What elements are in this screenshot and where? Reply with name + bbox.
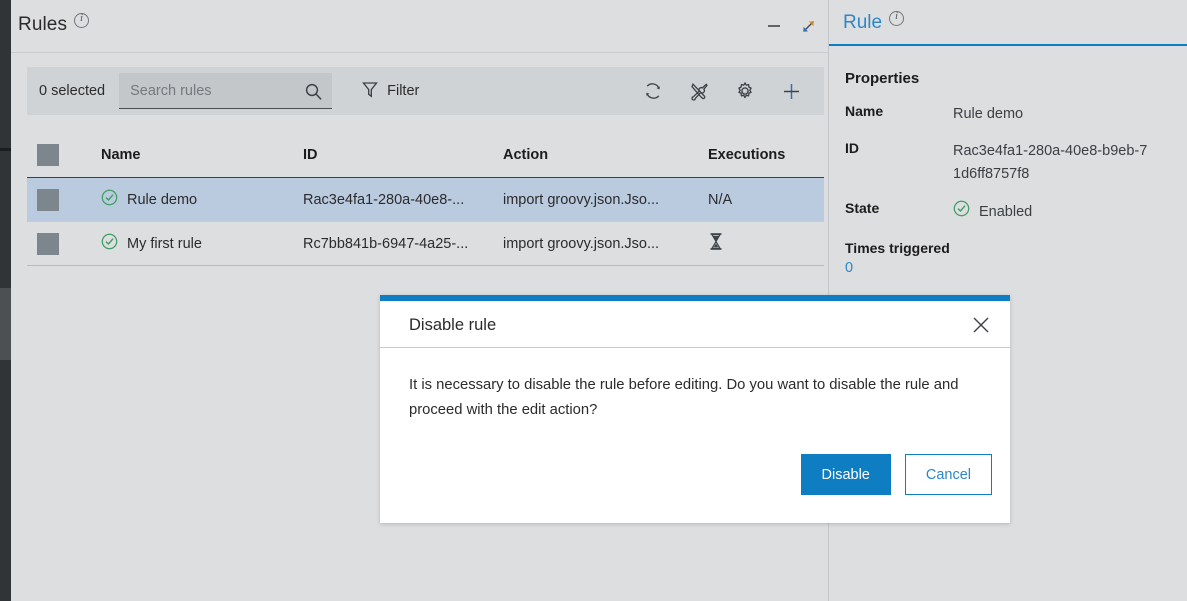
toolbar-actions [642,80,802,102]
disable-button[interactable]: Disable [800,454,891,495]
property-label-name: Name [845,103,884,119]
page-title: Rules [18,12,90,36]
property-times-triggered: Times triggered 0 [845,240,1171,276]
info-icon[interactable] [889,10,905,26]
property-id: ID Rac3e4fa1-280a-40e8-b9eb-71d6ff8757f8 [845,140,1171,185]
property-name: Name Rule demo [845,103,1171,125]
app-root: Rules 0 selected [0,0,1187,601]
search-box [119,73,333,109]
property-label-times-triggered: Times triggered [845,239,950,256]
select-all-cell [27,144,101,166]
dialog-header: Disable rule [380,301,1010,348]
rule-panel-header: Rule [829,0,1187,46]
cancel-button[interactable]: Cancel [904,454,992,495]
cell-action: import groovy.json.Jso... [503,235,660,252]
cell-action: import groovy.json.Jso... [503,191,660,208]
close-icon[interactable] [968,312,994,338]
cell-executions: N/A [708,191,733,208]
rail-notch [0,148,11,151]
gear-icon[interactable] [734,80,756,102]
cell-id: Rc7bb841b-6947-4a25-... [303,235,469,252]
dialog-title: Disable rule [409,316,497,334]
rule-title-text: Rule [843,12,883,33]
selected-count-label: 0 selected [39,83,106,99]
row-name-text: Rule demo [127,191,198,208]
filter-button[interactable]: Filter [362,81,419,102]
property-value-id: Rac3e4fa1-280a-40e8-b9eb-71d6ff8757f8 [953,143,1148,182]
expand-icon[interactable] [796,14,820,38]
tools-icon[interactable] [688,80,710,102]
left-rail [0,0,11,601]
rules-table: Name ID Action Executions Rule demo Rac3… [27,133,824,266]
row-checkbox[interactable] [37,188,59,211]
cell-name: Rule demo [101,189,303,210]
window-controls [762,14,820,38]
refresh-icon[interactable] [642,80,664,102]
dialog-body: It is necessary to disable the rule befo… [380,348,1010,422]
check-circle-icon [953,200,970,224]
disable-rule-dialog: Disable rule It is necessary to disable … [380,295,1010,523]
select-all-checkbox[interactable] [37,144,59,166]
table-row[interactable]: Rule demo Rac3e4fa1-280a-40e8-... import… [27,178,824,222]
property-value-times-triggered: 0 [845,259,854,276]
dialog-message: It is necessary to disable the rule befo… [409,377,959,418]
properties-heading: Properties [845,70,920,87]
state-text: Enabled [979,204,1033,221]
rules-title-text: Rules [18,14,68,35]
cell-name: My first rule [101,233,303,254]
search-input[interactable] [130,82,303,99]
cell-id: Rac3e4fa1-280a-40e8-... [303,191,465,208]
property-label-id: ID [845,140,859,157]
rules-panel-header: Rules [11,0,828,53]
row-select-cell [27,188,101,211]
column-header-executions[interactable]: Executions [708,147,824,163]
rules-toolbar: 0 selected Filter [27,67,824,115]
table-header-row: Name ID Action Executions [27,133,824,178]
property-value-state: Enabled [953,200,1032,224]
row-checkbox[interactable] [37,232,59,255]
property-state: State Enabled [845,200,1171,224]
row-select-cell [27,232,101,255]
rule-properties: Properties Name Rule demo ID Rac3e4fa1-2… [829,46,1187,276]
filter-label: Filter [387,83,420,99]
dialog-actions: Disable Cancel [800,454,992,495]
rail-scrollbar-thumb[interactable] [0,288,11,360]
column-header-action[interactable]: Action [503,147,708,163]
check-circle-icon [101,233,118,254]
filter-icon [362,81,379,102]
table-bottom-divider [27,265,824,266]
property-label-state: State [845,200,880,217]
property-value-name: Rule demo [953,106,1024,122]
column-header-id[interactable]: ID [303,147,503,163]
minimize-icon[interactable] [762,14,786,38]
cell-executions [708,232,824,255]
row-name-text: My first rule [127,235,202,252]
info-icon[interactable] [74,12,90,28]
column-header-name[interactable]: Name [101,147,303,163]
rule-panel-title: Rule [843,10,905,34]
check-circle-icon [101,189,118,210]
plus-icon[interactable] [780,80,802,102]
hourglass-icon [708,233,724,255]
table-row[interactable]: My first rule Rc7bb841b-6947-4a25-... im… [27,222,824,266]
search-icon[interactable] [304,82,323,106]
